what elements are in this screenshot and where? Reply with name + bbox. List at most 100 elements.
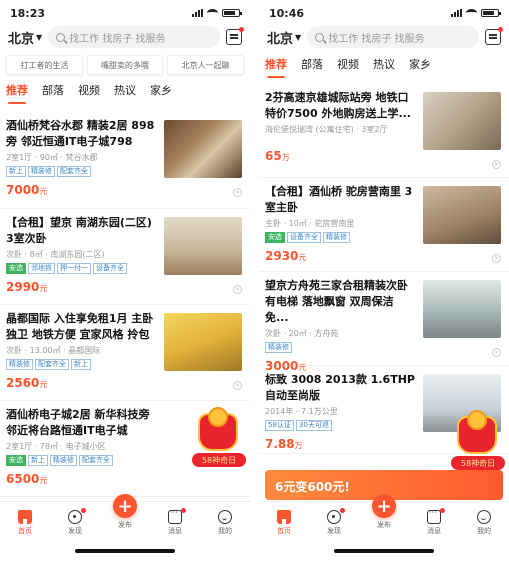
listing-title: 酒仙桥电子城2居 新华科技旁 邻近将台路恒通IT电子城 [6, 408, 150, 437]
topic-chip[interactable]: 嘴甜卖的多哦 [86, 55, 164, 75]
nav-label: 我的 [218, 527, 232, 535]
tab-discussion[interactable]: 热议 [114, 82, 136, 100]
price-value: 6500 [6, 472, 40, 486]
city-selector[interactable]: 北京 ▼ [8, 28, 42, 47]
message-icon [168, 508, 182, 524]
bottom-nav: 首页 发现 + 发布 消息 我的 [259, 494, 509, 539]
nav-label: 消息 [427, 527, 441, 535]
promo-label: 58神奇日 [192, 453, 246, 467]
notice-icon[interactable] [226, 27, 244, 45]
right-phone-screen: 10:46 北京 ▼ 找工作 找房子 找服务 推荐 部落 视频 热议 家乡 2芬高… [259, 0, 509, 561]
listing-card[interactable]: 【合租】望京 南湖东园(二区) 3室次卧 次卧 · 8㎡ · 南湖东园(二区) … [0, 209, 250, 305]
tab-video[interactable]: 视频 [337, 56, 359, 74]
nav-messages[interactable]: 消息 [155, 508, 195, 536]
home-indicator[interactable] [334, 549, 434, 553]
feed-tabs: 推荐 部落 视频 热议 家乡 [259, 52, 509, 78]
topic-chips: 打工者的生活 嘴甜卖的多哦 北京人一起聊 [0, 52, 250, 78]
tab-discussion[interactable]: 热议 [373, 56, 395, 74]
listing-card[interactable]: 【合租】酒仙桥 驼房营南里 3室主卧 主卧 · 10㎡ · 驼房营南里 安选 设… [259, 178, 509, 272]
listing-title: 酒仙桥梵谷水郡 精装2居 898旁 邻近恒通IT电子城798 [6, 119, 155, 148]
listing-card[interactable]: 酒仙桥梵谷水郡 精装2居 898旁 邻近恒通IT电子城798 2室1厅 · 90… [0, 112, 250, 209]
close-icon[interactable]: × [492, 348, 501, 357]
wifi-icon [466, 9, 477, 17]
listing-card[interactable]: 酒仙桥电子城2居 新华科技旁 邻近将台路恒通IT电子城 2室1厅 · 78㎡ ·… [0, 401, 250, 497]
listing-thumbnail [423, 186, 501, 244]
nav-home[interactable]: 首页 [264, 510, 304, 536]
home-indicator[interactable] [75, 549, 175, 553]
tab-hometown[interactable]: 家乡 [409, 56, 431, 74]
promo-label: 58神奇日 [451, 456, 505, 470]
listing-thumbnail [164, 217, 242, 275]
nav-publish[interactable]: + 发布 [364, 494, 404, 530]
divider [250, 0, 259, 561]
close-icon[interactable]: × [233, 381, 242, 390]
close-icon[interactable]: × [233, 285, 242, 294]
top-bar: 北京 ▼ 找工作 找房子 找服务 [259, 22, 509, 52]
caret-down-icon: ▼ [36, 32, 43, 42]
nav-discover[interactable]: 发现 [55, 508, 95, 536]
listing-meta: 次卧 · 13.00㎡ · 晶都国际 [6, 346, 101, 355]
listing-thumbnail [423, 92, 501, 150]
listing-feed: 酒仙桥梵谷水郡 精装2居 898旁 邻近恒通IT电子城798 2室1厅 · 90… [0, 112, 250, 497]
notice-icon[interactable] [485, 27, 503, 45]
status-bar: 10:46 [259, 0, 509, 22]
listing-price: 2930元 [265, 249, 503, 263]
search-input[interactable]: 找工作 找房子 找服务 [307, 26, 479, 48]
red-packet-promo[interactable]: 58神奇日 [192, 407, 246, 467]
topic-chip[interactable]: 北京人一起聊 [167, 55, 245, 75]
red-packet-promo[interactable]: 58神奇日 [451, 410, 505, 470]
signal-icon [192, 9, 203, 17]
top-bar: 北京 ▼ 找工作 找房子 找服务 [0, 22, 250, 52]
nav-messages[interactable]: 消息 [414, 508, 454, 536]
listing-feed: 2芬高速京雄城际站旁 地铁口特价7500 外地购房送上学... 海伦堡悦瑞湾 (… [259, 84, 509, 470]
close-icon[interactable]: × [492, 160, 501, 169]
coin-icon [467, 410, 487, 430]
battery-icon [481, 9, 501, 17]
price-value: 7.88 [265, 437, 295, 451]
price-unit: 万 [281, 153, 290, 162]
listing-meta: 次卧 · 20㎡ · 方舟苑 [265, 329, 339, 338]
feed-tabs: 推荐 部落 视频 热议 家乡 [0, 78, 250, 104]
close-icon[interactable]: × [492, 254, 501, 263]
status-time: 10:46 [269, 6, 305, 20]
topic-chip[interactable]: 打工者的生活 [6, 55, 83, 75]
listing-title: 标致 3008 2013款 1.6THP 自动至尚版 [265, 373, 415, 402]
nav-label: 首页 [18, 527, 32, 535]
tab-video[interactable]: 视频 [78, 82, 100, 100]
left-phone-screen: 18:23 北京 ▼ 找工作 找房子 找服务 打工者的生活 嘴甜卖的多哦 北京人一… [0, 0, 250, 561]
smile-icon [218, 510, 232, 524]
listing-tag: 安选 [265, 232, 285, 243]
nav-me[interactable]: 我的 [205, 510, 245, 536]
city-selector[interactable]: 北京 ▼ [267, 28, 301, 47]
listing-card[interactable]: 晶都国际 入住享免租1月 主卧独卫 地铁方便 宜家风格 拎包 次卧 · 13.0… [0, 305, 250, 401]
nav-label: 发现 [68, 527, 82, 535]
coin-icon [208, 407, 228, 427]
listing-card[interactable]: 2芬高速京雄城际站旁 地铁口特价7500 外地购房送上学... 海伦堡悦瑞湾 (… [259, 84, 509, 178]
listing-title: 【合租】酒仙桥 驼房营南里 3室主卧 [265, 185, 413, 214]
listing-tag: 新上 [71, 359, 91, 370]
tab-tribe[interactable]: 部落 [301, 56, 323, 74]
nav-me[interactable]: 我的 [464, 510, 504, 536]
plus-icon: + [113, 494, 137, 518]
tab-tribe[interactable]: 部落 [42, 82, 64, 100]
caret-down-icon: ▼ [295, 32, 302, 42]
close-icon[interactable]: × [233, 188, 242, 197]
listing-price: 6500元 [6, 472, 244, 486]
tab-recommend[interactable]: 推荐 [6, 82, 28, 104]
status-bar: 18:23 [0, 0, 250, 22]
listing-tag: 设备齐全 [287, 232, 321, 243]
nav-home[interactable]: 首页 [5, 510, 45, 536]
nav-publish[interactable]: + 发布 [105, 494, 145, 530]
listing-card[interactable]: 望京方舟苑三家合租精装次卧有电梯 落地飘窗 双周保洁免... 次卧 · 20㎡ … [259, 272, 509, 373]
city-label: 北京 [267, 31, 294, 47]
badge-dot [440, 508, 445, 513]
tab-recommend[interactable]: 推荐 [265, 56, 287, 78]
nav-discover[interactable]: 发现 [314, 508, 354, 536]
search-input[interactable]: 找工作 找房子 找服务 [48, 26, 220, 48]
listing-tag: 精装修 [265, 342, 292, 353]
listing-price: 65万 [265, 149, 503, 163]
screens: 18:23 北京 ▼ 找工作 找房子 找服务 打工者的生活 嘴甜卖的多哦 北京人一… [0, 0, 509, 561]
tab-hometown[interactable]: 家乡 [150, 82, 172, 100]
price-value: 2930 [265, 249, 299, 263]
badge-dot [81, 508, 86, 513]
